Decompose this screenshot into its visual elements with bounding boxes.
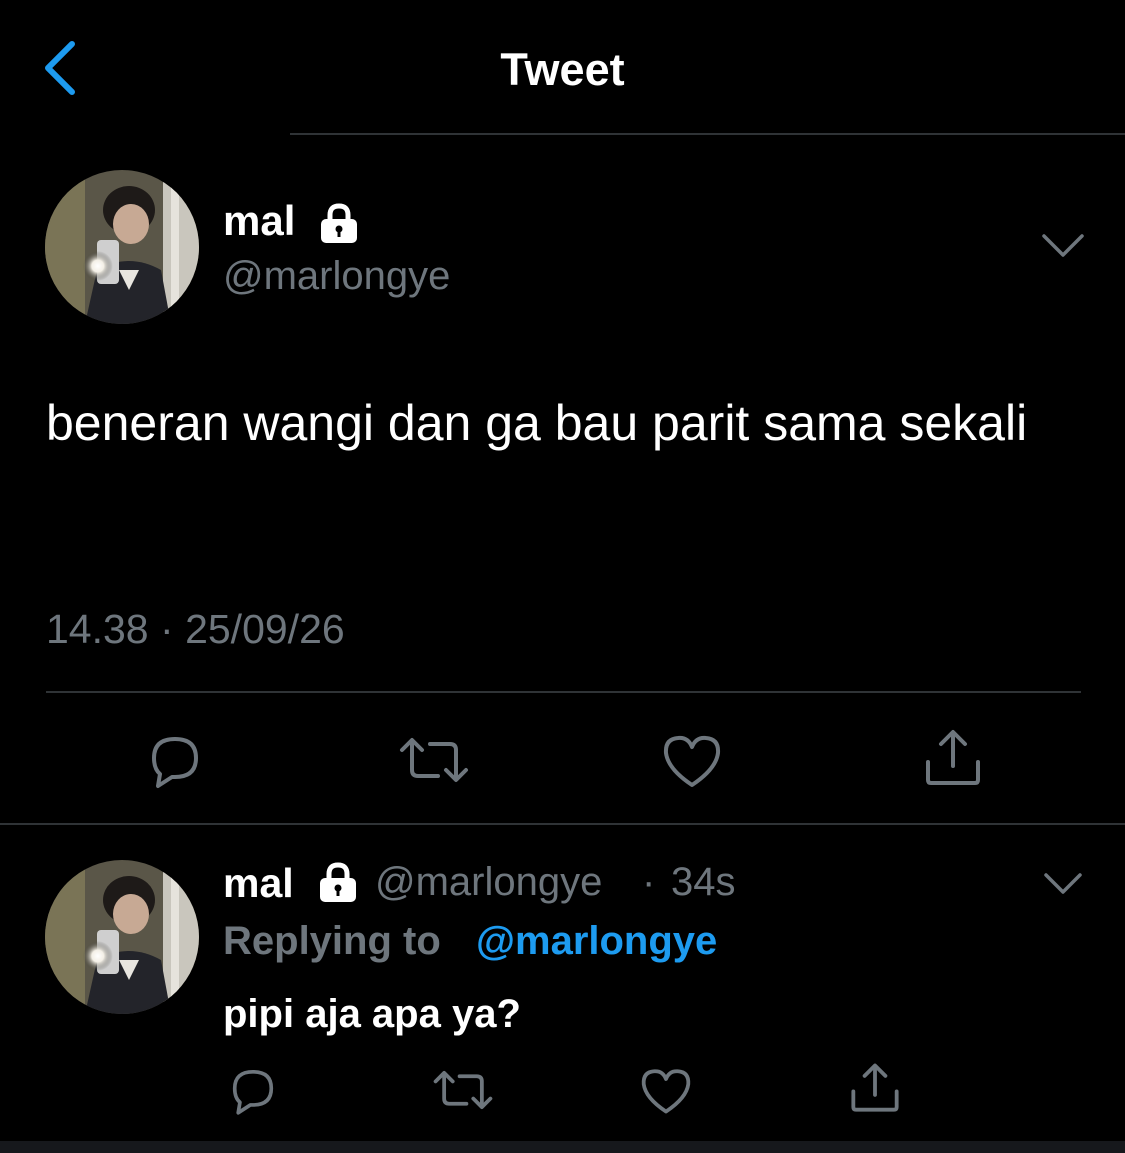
reply-author-avatar[interactable] [45, 860, 199, 1014]
divider [46, 691, 1081, 693]
author-name[interactable]: mal [223, 197, 295, 245]
like-icon [663, 735, 721, 787]
like-icon [641, 1069, 691, 1114]
top-navigation-bar: Tweet [0, 0, 1125, 135]
more-options-button[interactable] [1040, 228, 1086, 264]
tweet-time: 14.38 [46, 606, 149, 652]
like-button[interactable] [662, 733, 722, 789]
reply-icon [152, 737, 198, 788]
page-title: Tweet [500, 44, 625, 95]
reply-button[interactable] [226, 1066, 280, 1116]
reply-author-name[interactable]: mal [223, 860, 294, 907]
share-button[interactable] [922, 728, 984, 788]
lock-icon [318, 203, 360, 243]
divider [0, 823, 1125, 825]
replying-to-handle-link[interactable]: @marlongye [476, 919, 717, 964]
tweet-text: beneran wangi dan ga bau parit sama seka… [46, 395, 1028, 451]
share-icon [926, 730, 980, 785]
replying-to-label: Replying to [223, 919, 441, 963]
lock-icon [317, 862, 359, 902]
meta-separator: · [642, 860, 656, 904]
chevron-down-icon [1044, 873, 1082, 894]
retweet-icon [400, 738, 468, 782]
retweet-button[interactable] [432, 1066, 494, 1114]
reply-icon [232, 1070, 274, 1115]
tweet-detail-page: Tweet mal @marlongye beneran wangi dan g… [0, 0, 1125, 1153]
meta-separator: · [160, 606, 174, 652]
share-icon [851, 1063, 899, 1112]
avatar-photo [45, 170, 199, 324]
reply-button[interactable] [144, 733, 206, 789]
author-avatar[interactable] [45, 170, 199, 324]
retweet-button[interactable] [398, 732, 470, 788]
share-button[interactable] [848, 1062, 902, 1114]
retweet-icon [433, 1070, 493, 1110]
tweet-date: 25/09/26 [185, 606, 345, 652]
bottom-divider-bar [0, 1141, 1125, 1153]
avatar-photo [45, 860, 199, 1014]
chevron-down-icon [1042, 234, 1084, 257]
header-divider [290, 133, 1125, 135]
reply-more-options-button[interactable] [1042, 868, 1084, 900]
tweet-timestamp[interactable]: 14.38 · 25/09/26 [46, 606, 345, 653]
author-handle[interactable]: @marlongye [223, 254, 450, 299]
like-button[interactable] [640, 1067, 692, 1115]
reply-author-handle[interactable]: @marlongye [375, 860, 602, 905]
reply-text: pipi aja apa ya? [223, 992, 521, 1036]
reply-timestamp[interactable]: 34s [671, 860, 736, 905]
